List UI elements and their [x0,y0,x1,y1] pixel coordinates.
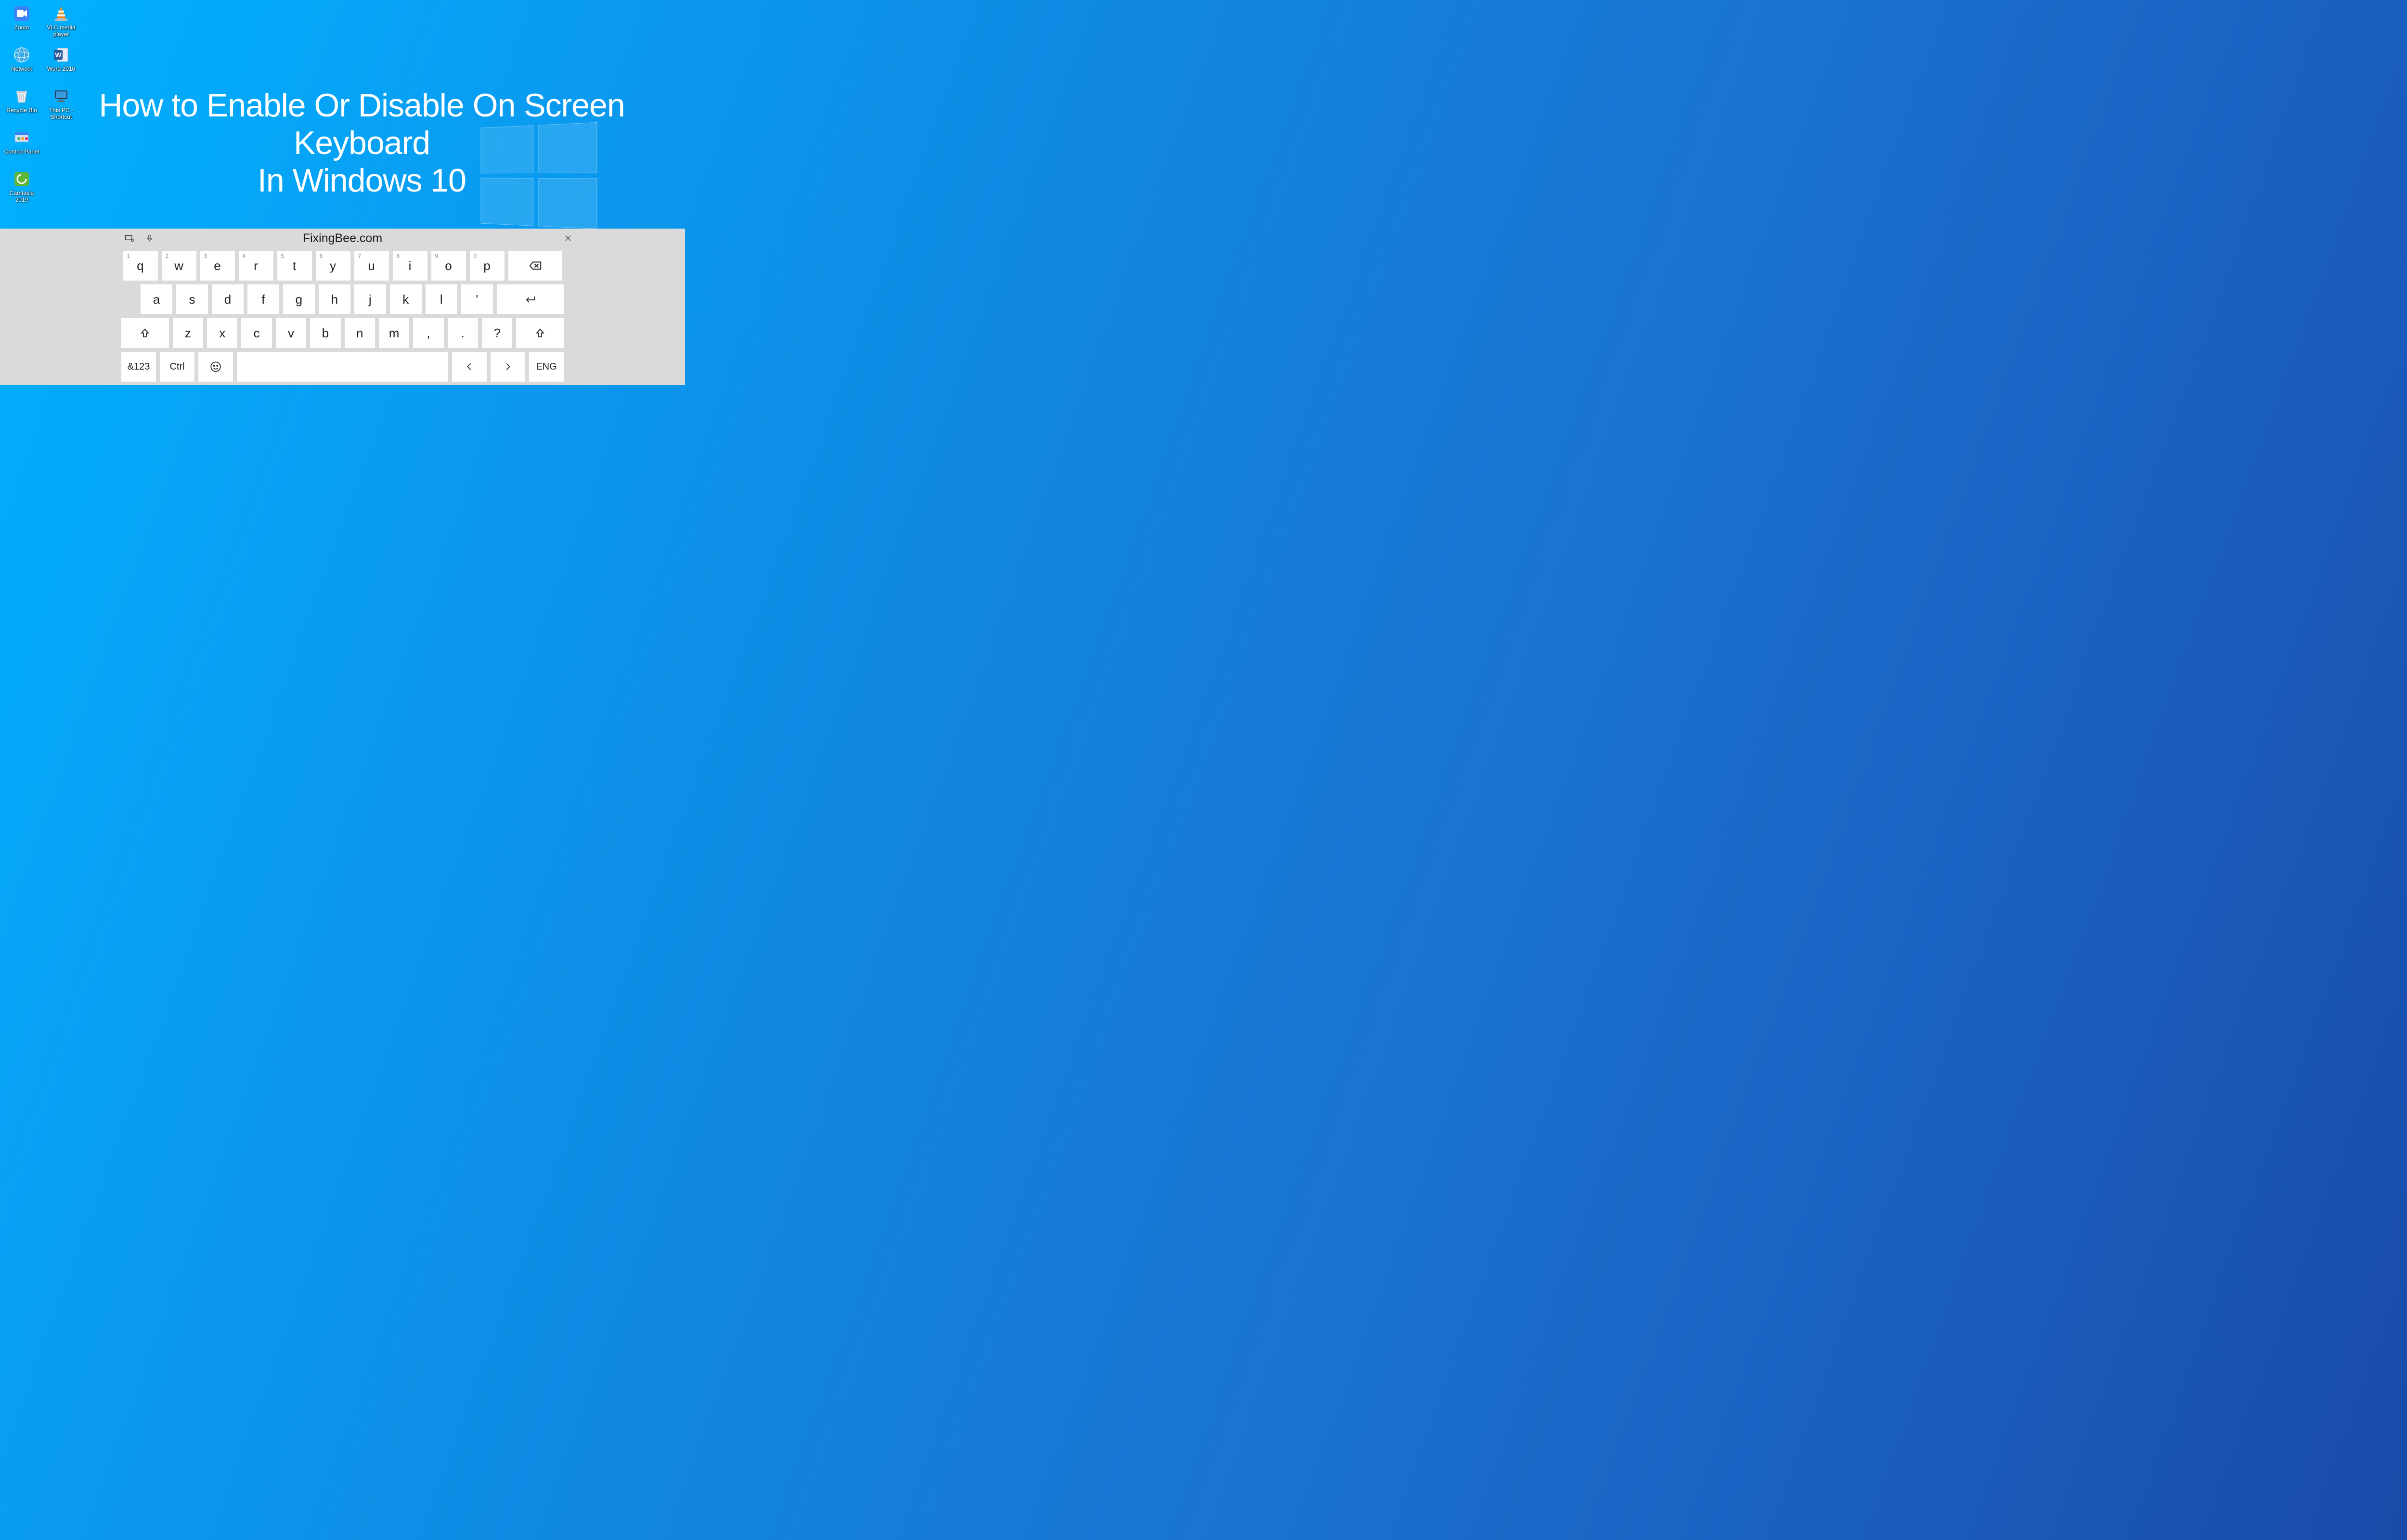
key-period[interactable]: . [448,318,478,348]
desktop-icon-label: Zoom [14,24,29,31]
close-icon[interactable] [563,233,573,244]
key-p[interactable]: 0p [470,251,505,281]
desktop-icon-vlc[interactable]: VLC media player [42,3,80,41]
key-i[interactable]: 8i [393,251,427,281]
recycle-bin-icon [12,87,31,106]
key-emoji[interactable] [198,352,233,382]
key-comma[interactable]: , [413,318,443,348]
word-icon: W [52,45,71,64]
desktop-icon-label: Word 2016 [47,65,75,72]
key-s[interactable]: s [176,284,208,314]
desktop-icon-label: This PC - Shortcut [43,107,79,120]
key-ctrl[interactable]: Ctrl [160,352,194,382]
headline-line1: How to Enable Or Disable On Screen Keybo… [99,87,624,161]
key-a[interactable]: a [141,284,172,314]
keyboard-keys: 1q2w3e4r5t6y7u8i9o0p asdfghjkl' zxcvbnm,… [0,248,685,386]
microphone-icon[interactable] [144,233,155,244]
key-y[interactable]: 6y [316,251,350,281]
desktop-icon-camtasia[interactable]: Camtasia 2019 [3,168,40,207]
key-o[interactable]: 9o [431,251,466,281]
desktop-icon-zoom[interactable]: Zoom [3,3,40,41]
key-n[interactable]: n [345,318,375,348]
desktop-icon-control-panel[interactable]: Control Panel [3,127,40,166]
key-e[interactable]: 3e [200,251,235,281]
desktop-icon-label: Camtasia 2019 [3,190,40,203]
key-h[interactable]: h [319,284,350,314]
desktop-icon-label: Network [11,65,32,72]
key-z[interactable]: z [173,318,203,348]
key-d[interactable]: d [212,284,244,314]
key-g[interactable]: g [283,284,315,314]
headline-line2: In Windows 10 [258,162,466,199]
desktop-icons: Zoom Network Recycle Bin Control Panel Camta… [3,3,80,207]
key-l[interactable]: l [426,284,457,314]
key-shift-left[interactable] [121,318,169,348]
key-f[interactable]: f [247,284,279,314]
key-b[interactable]: b [310,318,340,348]
key-numsym[interactable]: &123 [121,352,156,382]
key-x[interactable]: x [207,318,237,348]
keyboard-brand: FixingBee.com [4,231,681,245]
this-pc-icon [52,87,71,106]
desktop-icon-label: VLC media player [43,24,79,38]
key-language[interactable]: ENG [529,352,564,382]
key-enter[interactable] [497,284,564,314]
key-arrow-right[interactable] [491,352,525,382]
key-m[interactable]: m [379,318,409,348]
key-space[interactable] [237,352,448,382]
key-v[interactable]: v [276,318,306,348]
keyboard-header: FixingBee.com [0,229,685,248]
headline: How to Enable Or Disable On Screen Keybo… [87,87,637,200]
desktop-icon-this-pc[interactable]: This PC - Shortcut [42,86,80,124]
svg-text:W: W [55,51,62,59]
key-arrow-left[interactable] [452,352,487,382]
vlc-icon [52,4,71,23]
key-backspace[interactable] [508,251,562,281]
desktop-icon-label: Control Panel [4,148,39,155]
touch-keyboard: FixingBee.com 1q2w3e4r5t6y7u8i9o0p asdfg… [0,229,685,385]
control-panel-icon [12,128,31,147]
desktop-icon-word[interactable]: W Word 2016 [42,44,80,83]
key-j[interactable]: j [354,284,386,314]
key-apostrophe[interactable]: ' [461,284,493,314]
key-q[interactable]: 1q [123,251,158,281]
desktop-icon-label: Recycle Bin [6,107,37,114]
key-k[interactable]: k [390,284,422,314]
desktop-icon-network[interactable]: Network [3,44,40,83]
key-t[interactable]: 5t [277,251,312,281]
camtasia-icon [12,169,31,189]
key-u[interactable]: 7u [354,251,389,281]
network-icon [12,45,31,64]
zoom-icon [12,4,31,23]
keyboard-settings-icon[interactable] [124,233,135,244]
key-shift-right[interactable] [516,318,564,348]
key-c[interactable]: c [241,318,272,348]
key-r[interactable]: 4r [239,251,273,281]
desktop-icon-recycle-bin[interactable]: Recycle Bin [3,86,40,124]
key-w[interactable]: 2w [162,251,196,281]
key-question[interactable]: ? [482,318,512,348]
